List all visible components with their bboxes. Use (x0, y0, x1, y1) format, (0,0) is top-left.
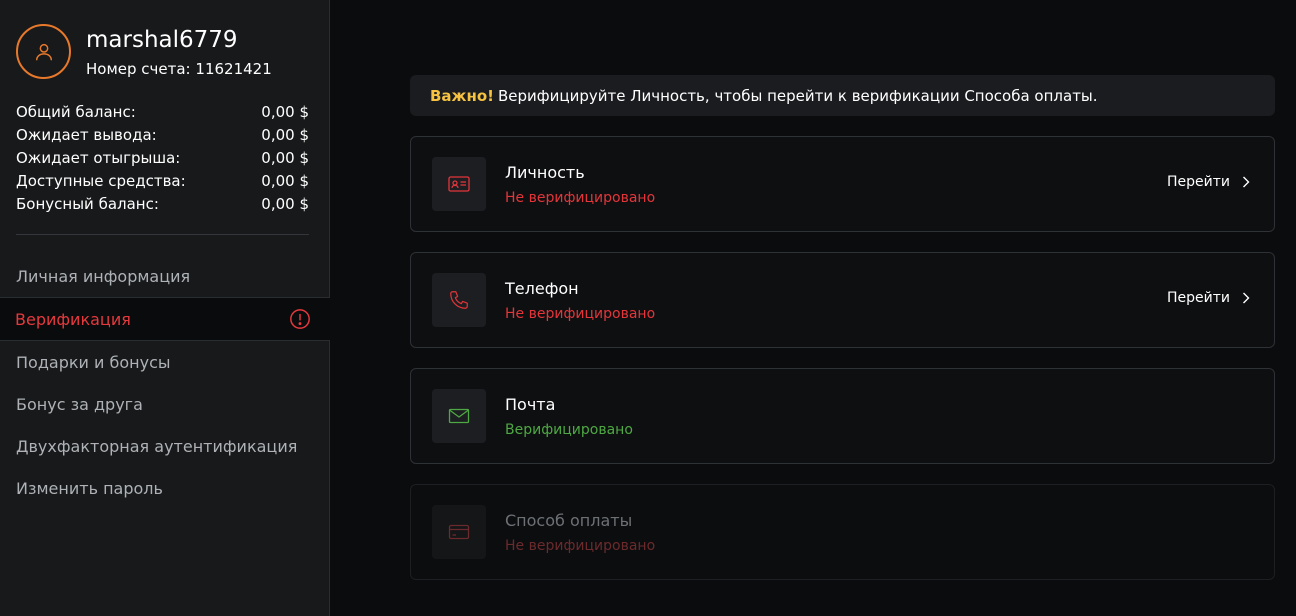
card-icon-box (432, 157, 486, 211)
balance-value: 0,00 $ (261, 195, 309, 214)
app: marshal6779 Номер счета: 11621421 Общий … (0, 0, 1296, 616)
sidebar-item-label: Двухфакторная аутентификация (16, 436, 298, 456)
card-title: Способ оплаты (505, 511, 633, 530)
credit-card-icon (448, 524, 470, 540)
go-button[interactable]: Перейти (1167, 174, 1250, 190)
sidebar-item-label: Подарки и бонусы (16, 352, 171, 372)
sidebar-item-referral-bonus[interactable]: Бонус за друга (0, 383, 330, 425)
balance-value: 0,00 $ (261, 148, 309, 167)
balance-value: 0,00 $ (261, 125, 309, 144)
chevron-right-icon (1243, 176, 1250, 188)
phone-icon (450, 291, 468, 309)
notice-text: Верифицируйте Личность, чтобы перейти к … (498, 86, 1098, 105)
sidebar-item-verification[interactable]: Верификация (0, 297, 330, 341)
username: marshal6779 (86, 27, 238, 53)
balance-value: 0,00 $ (261, 172, 309, 191)
mail-icon (448, 408, 470, 424)
account-value: 11621421 (195, 60, 272, 78)
notice-strong: Важно! (430, 86, 494, 105)
sidebar: marshal6779 Номер счета: 11621421 Общий … (0, 0, 330, 616)
alert-circle-icon (290, 309, 310, 329)
sidebar-item-personal-info[interactable]: Личная информация (0, 255, 330, 297)
go-button[interactable]: Перейти (1167, 290, 1250, 306)
balance-row: Доступные средства: 0,00 $ (16, 170, 309, 193)
card-icon-box (432, 273, 486, 327)
sidebar-item-label: Личная информация (16, 266, 191, 286)
sidebar-item-two-factor[interactable]: Двухфакторная аутентификация (0, 425, 330, 467)
balance-label: Ожидает отыгрыша: (16, 148, 181, 167)
divider (16, 234, 309, 235)
balance-label: Бонусный баланс: (16, 195, 159, 214)
user-icon (35, 43, 52, 60)
account-number: Номер счета: 11621421 (86, 60, 272, 78)
card-title: Телефон (505, 279, 579, 298)
balance-label: Общий баланс: (16, 102, 136, 121)
sidebar-item-label: Бонус за друга (16, 394, 143, 414)
card-icon-box (432, 505, 486, 559)
verification-card-identity[interactable]: Личность Не верифицировано Перейти (410, 136, 1275, 232)
verification-card-payment-method: Способ оплаты Не верифицировано (410, 484, 1275, 580)
balance-row: Ожидает вывода: 0,00 $ (16, 123, 309, 146)
card-status: Не верифицировано (505, 538, 656, 554)
balance-label: Доступные средства: (16, 172, 186, 191)
sidebar-item-change-password[interactable]: Изменить пароль (0, 467, 330, 509)
account-label: Номер счета: (86, 60, 191, 78)
go-label: Перейти (1167, 290, 1230, 306)
sidebar-item-label: Изменить пароль (16, 478, 163, 498)
chevron-right-icon (1243, 292, 1250, 304)
sidebar-item-gifts-bonuses[interactable]: Подарки и бонусы (0, 341, 330, 383)
avatar[interactable] (16, 24, 71, 79)
verification-card-phone[interactable]: Телефон Не верифицировано Перейти (410, 252, 1275, 348)
balances: Общий баланс: 0,00 $ Ожидает вывода: 0,0… (16, 100, 309, 216)
sidebar-menu: Личная информация Верификация Подарки и … (0, 255, 330, 509)
id-card-icon (448, 176, 470, 192)
balance-row: Ожидает отыгрыша: 0,00 $ (16, 146, 309, 169)
card-status: Не верифицировано (505, 190, 656, 206)
profile: marshal6779 Номер счета: 11621421 (16, 24, 316, 80)
card-status: Не верифицировано (505, 306, 656, 322)
card-status: Верифицировано (505, 422, 633, 438)
important-notice: Важно! Верифицируйте Личность, чтобы пер… (410, 75, 1275, 116)
card-title: Почта (505, 395, 556, 414)
sidebar-item-label: Верификация (15, 309, 131, 329)
card-title: Личность (505, 163, 585, 182)
balance-label: Ожидает вывода: (16, 125, 157, 144)
card-icon-box (432, 389, 486, 443)
balance-value: 0,00 $ (261, 102, 309, 121)
verification-card-mail[interactable]: Почта Верифицировано (410, 368, 1275, 464)
balance-row: Бонусный баланс: 0,00 $ (16, 193, 309, 216)
go-label: Перейти (1167, 174, 1230, 190)
balance-row: Общий баланс: 0,00 $ (16, 100, 309, 123)
